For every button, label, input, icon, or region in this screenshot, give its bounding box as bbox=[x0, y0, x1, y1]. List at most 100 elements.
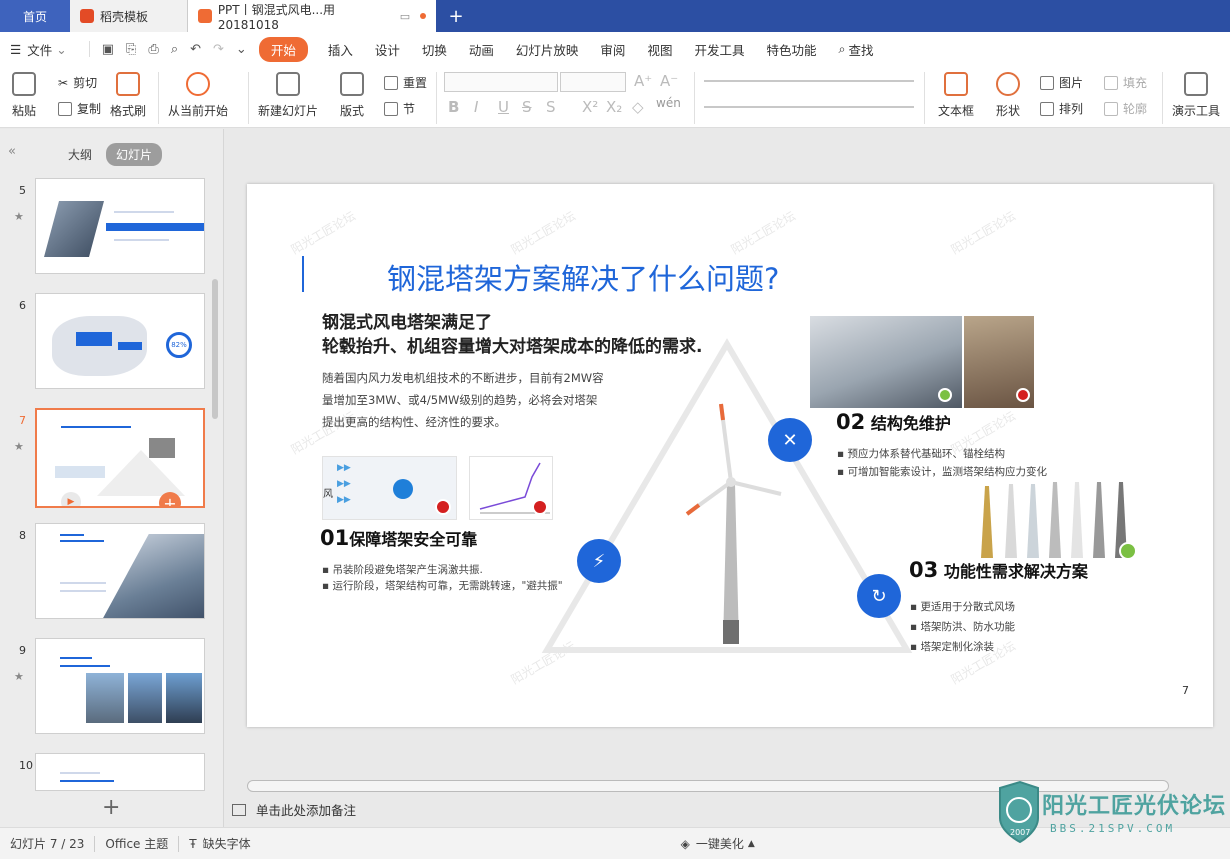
print-icon[interactable]: ⎙ bbox=[148, 42, 158, 57]
prohibited-icon bbox=[532, 499, 548, 515]
format-painter-button[interactable]: 格式刷 bbox=[110, 72, 146, 119]
subheading-line-1[interactable]: 钢混式风电塔架满足了 bbox=[322, 308, 492, 333]
font-name-select[interactable] bbox=[444, 72, 558, 92]
tab-document[interactable]: PPT丨钢混式风电...用20181018 ▭ bbox=[188, 0, 436, 32]
outline-tab[interactable]: 大纲 bbox=[68, 146, 92, 163]
section-label: 节 bbox=[403, 102, 416, 116]
redo-icon[interactable]: ↷ bbox=[213, 42, 224, 57]
preview-icon[interactable]: ⌕ bbox=[171, 42, 178, 57]
tab-developer[interactable]: 开发工具 bbox=[694, 40, 744, 59]
section-2-bullet[interactable]: ▪ 可增加智能索设计，监测塔架结构应力变化 bbox=[837, 464, 1047, 479]
more-icon[interactable]: ⌄ bbox=[236, 42, 247, 57]
notes-icon bbox=[232, 803, 246, 816]
beautify-button[interactable]: ◈ 一键美化 ▲ bbox=[671, 835, 765, 852]
section-2-heading[interactable]: 02 结构免维护 bbox=[836, 410, 951, 434]
missing-fonts-button[interactable]: Ŧ 缺失字体 bbox=[179, 835, 260, 852]
tab-view[interactable]: 视图 bbox=[647, 40, 672, 59]
slide-canvas[interactable]: 阳光工匠论坛 阳光工匠论坛 阳光工匠论坛 阳光工匠论坛 阳光工匠论坛 阳光工匠论… bbox=[247, 184, 1213, 727]
outline-button[interactable]: 轮廓 bbox=[1104, 100, 1147, 117]
section-1-heading[interactable]: 01保障塔架安全可靠 bbox=[320, 526, 477, 550]
play-thumb-icon[interactable]: ▶ bbox=[61, 492, 81, 506]
theme-name[interactable]: Office 主题 bbox=[95, 835, 178, 852]
thumb-photo bbox=[149, 438, 175, 458]
grow-font-icon[interactable]: A⁺ bbox=[634, 72, 652, 90]
add-slide-button[interactable]: + bbox=[102, 795, 120, 820]
section-button[interactable]: 节 bbox=[384, 100, 415, 117]
section-3-bullet[interactable]: ▪ 塔架防洪、防水功能 bbox=[910, 619, 1015, 634]
new-slide-button[interactable]: 新建幻灯片 bbox=[258, 72, 318, 119]
menu-divider bbox=[88, 41, 90, 57]
slide-thumbnail[interactable]: 82% bbox=[35, 293, 205, 389]
font-size-select[interactable] bbox=[560, 72, 626, 92]
play-from-current-label: 从当前开始 bbox=[168, 104, 229, 118]
tab-template[interactable]: 稻壳模板 bbox=[70, 0, 188, 32]
present-tools-button[interactable]: 演示工具 bbox=[1172, 72, 1220, 119]
thumbnail-scrollbar[interactable] bbox=[212, 279, 218, 419]
collapse-panel-icon[interactable]: « bbox=[8, 144, 16, 159]
tab-design[interactable]: 设计 bbox=[375, 40, 400, 59]
slide-thumbnail-selected[interactable]: ▶ + bbox=[35, 408, 205, 508]
watermark: 阳光工匠论坛 bbox=[728, 208, 798, 257]
undo-icon[interactable]: ↶ bbox=[190, 42, 201, 57]
slide-title[interactable]: 钢混塔架方案解决了什么问题? bbox=[387, 256, 779, 298]
section-3-bullet[interactable]: ▪ 更适用于分散式风场 bbox=[910, 599, 1015, 614]
add-slide-after-icon[interactable]: + bbox=[159, 492, 181, 506]
slide-thumbnail[interactable] bbox=[35, 638, 205, 734]
tab-slideshow[interactable]: 幻灯片放映 bbox=[516, 40, 579, 59]
section-3-heading[interactable]: 03 功能性需求解决方案 bbox=[909, 558, 1088, 582]
intro-text-line[interactable]: 提出更高的结构性、经济性的要求。 bbox=[322, 414, 506, 430]
bold-icon[interactable]: B bbox=[448, 98, 459, 116]
tab-transition[interactable]: 切换 bbox=[422, 40, 447, 59]
tab-review[interactable]: 审阅 bbox=[600, 40, 625, 59]
cut-button[interactable]: ✂ 剪切 bbox=[58, 74, 97, 91]
export-icon[interactable]: ⎘ bbox=[126, 42, 136, 57]
notes-area[interactable]: 单击此处添加备注 bbox=[232, 800, 356, 819]
section-3-bullet[interactable]: ▪ 塔架定制化涂装 bbox=[910, 639, 994, 654]
clear-format-icon[interactable]: ◇ bbox=[632, 98, 644, 116]
find-button[interactable]: ⌕ 查找 bbox=[838, 40, 873, 59]
slide-thumbnail[interactable] bbox=[35, 523, 205, 619]
alignment-tools-row[interactable] bbox=[704, 106, 914, 108]
strikethrough-icon[interactable]: S bbox=[522, 98, 532, 116]
image-button[interactable]: 图片 bbox=[1040, 74, 1083, 91]
shadow-icon[interactable]: S bbox=[546, 98, 556, 116]
layout-button[interactable]: 版式 bbox=[340, 72, 364, 119]
textbox-button[interactable]: 文本框 bbox=[938, 72, 974, 119]
refresh-icon: ↻ bbox=[857, 574, 901, 618]
underline-icon[interactable]: U bbox=[498, 98, 509, 116]
copy-button[interactable]: 复制 bbox=[58, 100, 101, 117]
play-from-current-button[interactable]: 从当前开始 bbox=[168, 72, 228, 119]
slide-thumbnail[interactable] bbox=[35, 753, 205, 791]
superscript-icon[interactable]: X² bbox=[582, 98, 598, 116]
thumb-text-line bbox=[60, 657, 92, 659]
shrink-font-icon[interactable]: A⁻ bbox=[660, 72, 678, 90]
section-2-bullet[interactable]: ▪ 预应力体系替代基础环、锚栓结构 bbox=[837, 446, 1005, 461]
section-2-number: 02 bbox=[836, 410, 866, 434]
screen-icon[interactable]: ▭ bbox=[400, 10, 410, 23]
tab-start[interactable]: 开始 bbox=[258, 36, 308, 62]
save-icon[interactable]: ▣ bbox=[102, 42, 114, 57]
file-menu[interactable]: ☰ 文件 ⌄ bbox=[10, 40, 67, 59]
subscript-icon[interactable]: X₂ bbox=[606, 98, 622, 116]
paragraph-tools-row[interactable] bbox=[704, 80, 914, 82]
shape-button[interactable]: 形状 bbox=[996, 72, 1020, 119]
reset-button[interactable]: 重置 bbox=[384, 74, 427, 91]
slide-thumbnail[interactable] bbox=[35, 178, 205, 274]
italic-icon[interactable]: I bbox=[474, 98, 478, 116]
copy-label: 复制 bbox=[77, 102, 102, 116]
paste-button[interactable]: 粘贴 bbox=[12, 72, 36, 119]
new-tab-button[interactable]: + bbox=[436, 0, 476, 32]
fill-button[interactable]: 填充 bbox=[1104, 74, 1147, 91]
section-1-bullet[interactable]: ▪ 吊装阶段避免塔架产生涡激共振. bbox=[322, 562, 483, 577]
slide-counter: 幻灯片 7 / 23 bbox=[10, 837, 85, 851]
pinyin-icon[interactable]: wén bbox=[656, 96, 681, 110]
notes-placeholder: 单击此处添加备注 bbox=[256, 803, 357, 818]
prohibited-icon bbox=[1016, 388, 1030, 402]
slides-tab[interactable]: 幻灯片 bbox=[106, 143, 163, 166]
section-1-bullet[interactable]: ▪ 运行阶段，塔架结构可靠，无需跳转速，"避共振" bbox=[322, 578, 563, 593]
tab-insert[interactable]: 插入 bbox=[328, 40, 353, 59]
tab-animation[interactable]: 动画 bbox=[469, 40, 494, 59]
tab-features[interactable]: 特色功能 bbox=[766, 40, 816, 59]
tab-home[interactable]: 首页 bbox=[0, 0, 70, 32]
arrange-button[interactable]: 排列 bbox=[1040, 100, 1083, 117]
